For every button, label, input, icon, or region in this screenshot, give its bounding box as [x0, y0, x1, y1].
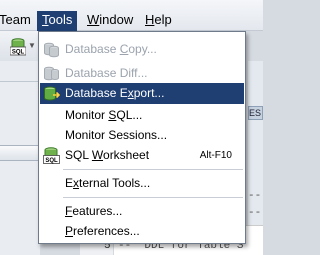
menu-item-label: Database Diff... — [65, 66, 148, 80]
tools-menu: Database Copy... Database Diff... Databa… — [38, 31, 246, 244]
menu-item-label: Monitor SQL... — [65, 108, 143, 122]
menu-item-database-export[interactable]: Database Export... — [40, 83, 244, 104]
right-panel-tab[interactable]: ES — [248, 106, 263, 120]
menu-item-external-tools[interactable]: External Tools... — [40, 173, 244, 194]
toolbar-dropdown-arrow-icon[interactable]: ▼ — [28, 41, 36, 50]
menu-item-monitor-sql[interactable]: Monitor SQL... — [40, 105, 244, 126]
menu-item-database-copy[interactable]: Database Copy... — [40, 39, 244, 60]
menu-item-label: SQL Worksheet — [65, 148, 150, 162]
database-export-icon — [43, 85, 61, 102]
database-sql-icon[interactable]: SQL — [10, 38, 26, 56]
editor-dash-fragment: -- — [248, 190, 262, 202]
menu-help-rest: elp — [154, 12, 172, 27]
menu-item-accelerator: Alt-F10 — [199, 150, 232, 161]
menu-item-features[interactable]: Features... — [40, 201, 244, 222]
menu-item-label: Features... — [65, 204, 123, 218]
menu-window-rest: indow — [99, 12, 134, 27]
left-panel-tab[interactable] — [0, 145, 40, 161]
menu-help[interactable]: Help — [140, 11, 177, 31]
menu-item-label: Monitor Sessions... — [65, 128, 168, 142]
database-diff-icon — [43, 65, 60, 82]
menu-item-label: Database Export... — [65, 86, 165, 100]
left-panel-header — [0, 81, 40, 91]
menu-team[interactable]: Team — [0, 11, 36, 31]
menu-tools[interactable]: Tools — [37, 11, 78, 31]
menu-separator — [63, 197, 243, 198]
menu-item-preferences[interactable]: Preferences... — [40, 221, 244, 242]
menu-item-sql-worksheet[interactable]: SQL SQL Worksheet Alt-F10 — [40, 145, 244, 166]
left-panel — [0, 61, 40, 255]
menu-separator — [63, 169, 243, 170]
sql-worksheet-icon: SQL — [43, 147, 60, 164]
menu-item-label: Database Copy... — [65, 42, 157, 56]
toolbar-sql-badge: SQL — [12, 50, 25, 56]
editor-dash-fragment: -- — [248, 207, 262, 219]
menu-item-label: Preferences... — [65, 224, 140, 238]
menu-tools-rest: ools — [48, 12, 73, 27]
menu-window[interactable]: Window — [82, 11, 138, 31]
menu-item-label: External Tools... — [65, 176, 151, 190]
menu-item-database-diff[interactable]: Database Diff... — [40, 63, 244, 84]
sql-badge: SQL — [45, 158, 58, 164]
menu-item-monitor-sessions[interactable]: Monitor Sessions... — [40, 125, 244, 146]
menu-bar: Team Tools Window Help — [0, 0, 263, 31]
database-copy-icon — [43, 41, 60, 58]
